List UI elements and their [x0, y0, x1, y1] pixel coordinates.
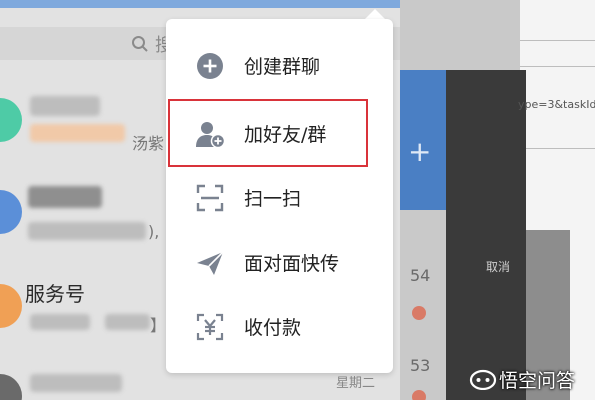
- divider: [520, 148, 595, 149]
- menu-item-label: 创建群聊: [244, 56, 321, 78]
- paper-plane-icon: [195, 248, 225, 278]
- cancel-label: 取消: [486, 260, 511, 274]
- avatar: [0, 190, 22, 234]
- blurred-name: [28, 186, 102, 208]
- avatar: [0, 374, 22, 400]
- divider: [520, 66, 595, 67]
- url-fragment: ype=3&taskId=: [518, 98, 595, 111]
- menu-item-label: 面对面快传: [244, 253, 340, 275]
- chat-name: 服务号: [25, 282, 85, 306]
- divider: [520, 40, 595, 41]
- menu-item-create-group[interactable]: 创建群聊: [166, 33, 393, 97]
- menu-item-label: 收付款: [244, 317, 302, 339]
- blurred-name: [30, 374, 122, 392]
- blurred-message: [105, 314, 150, 330]
- plus-icon: +: [408, 135, 432, 168]
- plus-dropdown-menu: 创建群聊 加好友/群 扫一扫 面对面快传 收付款: [166, 19, 393, 373]
- menu-item-payment[interactable]: 收付款: [166, 294, 393, 358]
- avatar: [0, 284, 22, 328]
- wukong-logo-icon: [469, 368, 497, 391]
- dark-panel: [446, 70, 526, 400]
- yuan-payment-icon: [195, 312, 225, 342]
- search-icon: [131, 35, 149, 53]
- avatar: [412, 390, 426, 400]
- menu-item-scan[interactable]: 扫一扫: [166, 165, 393, 229]
- watermark-text: 悟空问答: [499, 370, 576, 392]
- message-fragment: 汤紫: [132, 134, 165, 153]
- blurred-message: [30, 124, 125, 142]
- blurred-message: [28, 222, 146, 240]
- count-text: 53: [410, 356, 431, 375]
- chat-time: 星期二: [336, 376, 376, 391]
- message-fragment: ),: [148, 222, 160, 241]
- title-bar: [0, 0, 400, 8]
- blurred-name: [30, 96, 100, 116]
- menu-item-face-to-face-transfer[interactable]: 面对面快传: [166, 230, 393, 294]
- group-chat-plus-icon: [195, 51, 225, 81]
- blurred-message: [30, 314, 90, 330]
- avatar: [0, 98, 22, 142]
- avatar: [412, 306, 426, 320]
- menu-item-label: 扫一扫: [244, 188, 302, 210]
- message-fragment: 】: [150, 316, 167, 335]
- scan-icon: [195, 183, 225, 213]
- background-window: + ype=3&taskId= 取消 54 53: [400, 0, 595, 400]
- count-text: 54: [410, 266, 431, 285]
- highlight-annotation: [168, 99, 368, 167]
